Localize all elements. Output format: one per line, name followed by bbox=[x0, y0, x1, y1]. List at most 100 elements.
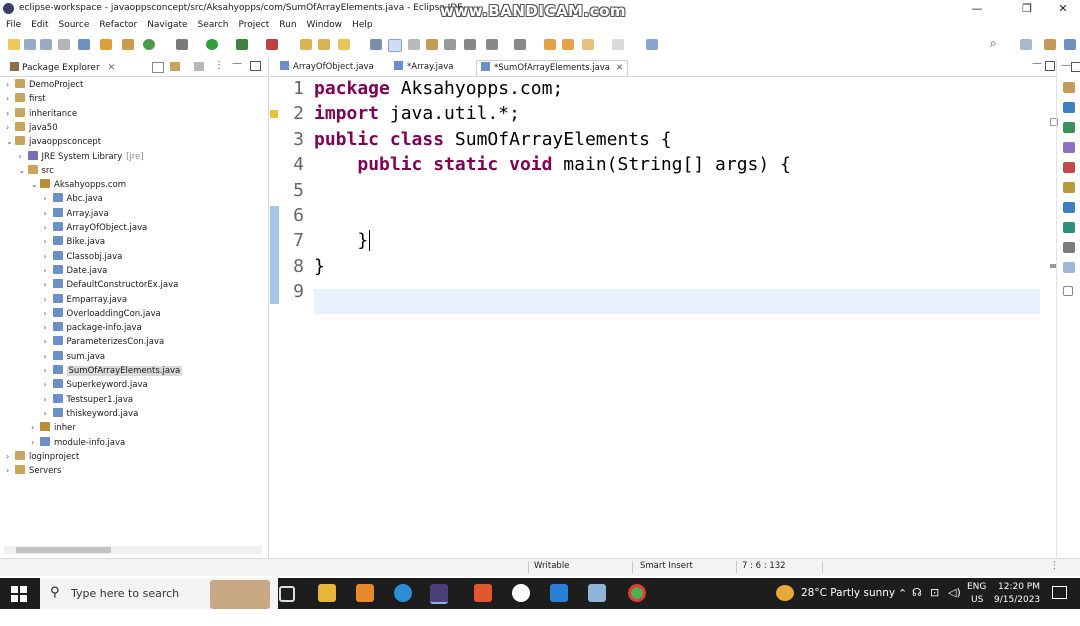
minimize-trim-icon[interactable]: — bbox=[1061, 60, 1071, 71]
menu-item-refactor[interactable]: Refactor bbox=[93, 18, 141, 30]
close-button[interactable]: ✕ bbox=[1046, 1, 1080, 17]
code-line[interactable]: import java.util.*; bbox=[314, 103, 520, 124]
menu-item-search[interactable]: Search bbox=[192, 18, 233, 30]
tree-item[interactable]: › Emparray.java bbox=[44, 293, 127, 307]
tree-item[interactable]: › package-info.java bbox=[44, 321, 142, 335]
tree-item[interactable]: › Classobj.java bbox=[44, 250, 122, 264]
collapsed-twisty-icon[interactable]: › bbox=[44, 393, 53, 407]
nav-back-icon[interactable] bbox=[582, 39, 594, 50]
save-icon[interactable] bbox=[24, 39, 36, 50]
pilcrow-icon[interactable] bbox=[444, 39, 456, 50]
collapsed-twisty-icon[interactable]: › bbox=[44, 235, 53, 249]
task-list-icon[interactable] bbox=[1063, 102, 1075, 113]
outline-icon[interactable] bbox=[1063, 82, 1075, 93]
tree-item[interactable]: › Array.java bbox=[44, 207, 109, 221]
console-icon[interactable] bbox=[1063, 182, 1075, 193]
menu-item-run[interactable]: Run bbox=[273, 18, 300, 30]
network-icon[interactable]: ⊡ bbox=[930, 586, 939, 617]
data-source-icon[interactable] bbox=[1063, 222, 1075, 233]
input-language-bottom[interactable]: US bbox=[971, 595, 983, 626]
menu-item-source[interactable]: Source bbox=[53, 18, 94, 30]
collapsed-twisty-icon[interactable]: › bbox=[19, 150, 28, 164]
tree-item[interactable]: › SumOfArrayElements.java bbox=[44, 364, 183, 378]
status-menu-icon[interactable]: ⋮ bbox=[1050, 561, 1059, 571]
filters-icon[interactable] bbox=[194, 62, 204, 71]
open-type-icon[interactable] bbox=[300, 39, 312, 50]
declaration-icon[interactable] bbox=[1063, 162, 1075, 173]
toggle-breadcrumb-icon[interactable] bbox=[370, 39, 382, 50]
expanded-twisty-icon[interactable]: ⌄ bbox=[31, 178, 40, 192]
horizontal-scrollbar[interactable] bbox=[4, 546, 262, 554]
restore-button[interactable]: ❐ bbox=[1010, 1, 1044, 17]
tree-item[interactable]: › module-info.java bbox=[31, 436, 125, 450]
nav-forward-icon[interactable] bbox=[612, 39, 624, 50]
tree-item[interactable]: › Date.java bbox=[44, 264, 107, 278]
highlight-icon[interactable] bbox=[388, 39, 402, 52]
print-icon[interactable] bbox=[58, 39, 70, 50]
tree-item[interactable]: › loginproject bbox=[6, 450, 79, 464]
collapsed-twisty-icon[interactable]: › bbox=[6, 464, 15, 478]
minimized-stack-icon[interactable] bbox=[1063, 286, 1073, 296]
annotation-prev-icon[interactable] bbox=[486, 39, 498, 50]
collapsed-twisty-icon[interactable]: › bbox=[6, 450, 15, 464]
collapsed-twisty-icon[interactable]: › bbox=[44, 221, 53, 235]
annotation-next-icon[interactable] bbox=[464, 39, 476, 50]
editor-tab[interactable]: *SumOfArrayElements.java ✕ bbox=[476, 60, 629, 76]
tree-item[interactable]: › Abc.java bbox=[44, 192, 103, 206]
block-select-icon[interactable] bbox=[408, 39, 420, 50]
scrollbar-thumb[interactable] bbox=[16, 547, 111, 553]
sublime-icon[interactable] bbox=[356, 584, 374, 602]
weather-text[interactable]: 28°C Partly sunny bbox=[801, 587, 895, 618]
java-perspective-icon[interactable] bbox=[1064, 39, 1076, 50]
tree-item[interactable]: ⌄ javaoppsconcept bbox=[6, 135, 101, 149]
tree-item[interactable]: › ParameterizesCon.java bbox=[44, 335, 164, 349]
debug-icon[interactable] bbox=[176, 39, 188, 50]
task-view-icon[interactable] bbox=[279, 586, 295, 602]
menu-item-edit[interactable]: Edit bbox=[25, 18, 52, 30]
tree-item[interactable]: › Bike.java bbox=[44, 235, 105, 249]
open-folder-icon[interactable] bbox=[318, 39, 330, 50]
show-hidden-icons[interactable]: ⌃ bbox=[898, 587, 907, 618]
collapsed-twisty-icon[interactable]: › bbox=[6, 92, 15, 106]
terminal-icon[interactable] bbox=[78, 39, 90, 50]
collapsed-twisty-icon[interactable]: › bbox=[44, 407, 53, 421]
tree-item[interactable]: › thiskeyword.java bbox=[44, 407, 138, 421]
problems-icon[interactable] bbox=[1063, 122, 1075, 133]
expanded-twisty-icon[interactable]: ⌄ bbox=[19, 164, 28, 178]
collapsed-twisty-icon[interactable]: › bbox=[44, 264, 53, 278]
collapsed-twisty-icon[interactable]: › bbox=[44, 293, 53, 307]
coverage-icon[interactable] bbox=[143, 39, 155, 50]
search-icon[interactable]: ⌕ bbox=[990, 36, 1002, 50]
menu-item-help[interactable]: Help bbox=[346, 18, 377, 30]
collapsed-twisty-icon[interactable]: › bbox=[44, 307, 53, 321]
tree-item[interactable]: › JRE System Library [jre] bbox=[19, 150, 144, 164]
maximize-view-icon[interactable] bbox=[250, 61, 261, 71]
javadoc-icon[interactable] bbox=[1063, 142, 1075, 153]
collapsed-twisty-icon[interactable]: › bbox=[44, 192, 53, 206]
collapsed-twisty-icon[interactable]: › bbox=[31, 421, 40, 435]
collapsed-twisty-icon[interactable]: › bbox=[44, 364, 53, 378]
tree-item[interactable]: › DefaultConstructorEx.java bbox=[44, 278, 178, 292]
external-tools-icon[interactable] bbox=[236, 39, 248, 50]
collapsed-twisty-icon[interactable]: › bbox=[44, 250, 53, 264]
code-line[interactable]: package Aksahyopps.com; bbox=[314, 78, 563, 99]
clock-date[interactable]: 9/15/2023 bbox=[994, 595, 1040, 626]
expanded-twisty-icon[interactable]: ⌄ bbox=[6, 135, 15, 149]
view-menu-icon[interactable]: ⋮ bbox=[214, 60, 224, 71]
close-view-icon[interactable]: ✕ bbox=[108, 63, 116, 73]
collapsed-twisty-icon[interactable]: › bbox=[44, 335, 53, 349]
media-player-icon[interactable] bbox=[550, 584, 568, 602]
new-icon[interactable] bbox=[8, 39, 20, 50]
save-all-icon[interactable] bbox=[40, 39, 52, 50]
close-tab-icon[interactable]: ✕ bbox=[616, 63, 623, 73]
chrome-icon[interactable] bbox=[628, 584, 646, 602]
open-perspective-icon[interactable] bbox=[1020, 39, 1032, 50]
editor-tab[interactable]: *Array.java bbox=[390, 60, 457, 75]
collapsed-twisty-icon[interactable]: › bbox=[44, 378, 53, 392]
tree-item[interactable]: › Testsuper1.java bbox=[44, 393, 133, 407]
weather-icon[interactable] bbox=[776, 585, 794, 601]
back-icon[interactable] bbox=[544, 39, 556, 50]
collapse-all-icon[interactable] bbox=[152, 62, 164, 73]
minimize-button[interactable]: — bbox=[960, 1, 994, 17]
run-icon[interactable] bbox=[206, 39, 218, 50]
